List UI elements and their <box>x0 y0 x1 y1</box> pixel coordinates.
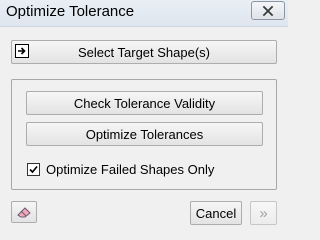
eraser-icon <box>17 207 31 218</box>
check-tolerance-validity-button[interactable]: Check Tolerance Validity <box>26 91 263 115</box>
close-x-icon <box>262 5 274 16</box>
select-target-label: Select Target Shape(s) <box>78 44 210 60</box>
optimize-tolerances-label: Optimize Tolerances <box>85 126 204 142</box>
check-tolerance-validity-label: Check Tolerance Validity <box>73 95 216 111</box>
title-bar: Optimize Tolerance <box>0 0 288 27</box>
cancel-button[interactable]: Cancel <box>190 201 242 225</box>
select-target-button[interactable]: Select Target Shape(s) <box>11 40 277 64</box>
optimize-tolerances-button[interactable]: Optimize Tolerances <box>26 122 263 146</box>
next-button[interactable]: » <box>250 201 277 225</box>
select-arrow-icon <box>15 44 29 58</box>
close-button[interactable] <box>251 1 285 20</box>
double-chevron-right-icon: » <box>259 204 268 222</box>
cancel-label: Cancel <box>195 205 237 221</box>
optimize-failed-only-label: Optimize Failed Shapes Only <box>46 162 215 177</box>
window-title: Optimize Tolerance <box>6 3 135 20</box>
eraser-button[interactable] <box>11 201 37 223</box>
optimize-failed-only-checkbox[interactable] <box>27 163 40 176</box>
checkmark-icon <box>29 165 38 174</box>
